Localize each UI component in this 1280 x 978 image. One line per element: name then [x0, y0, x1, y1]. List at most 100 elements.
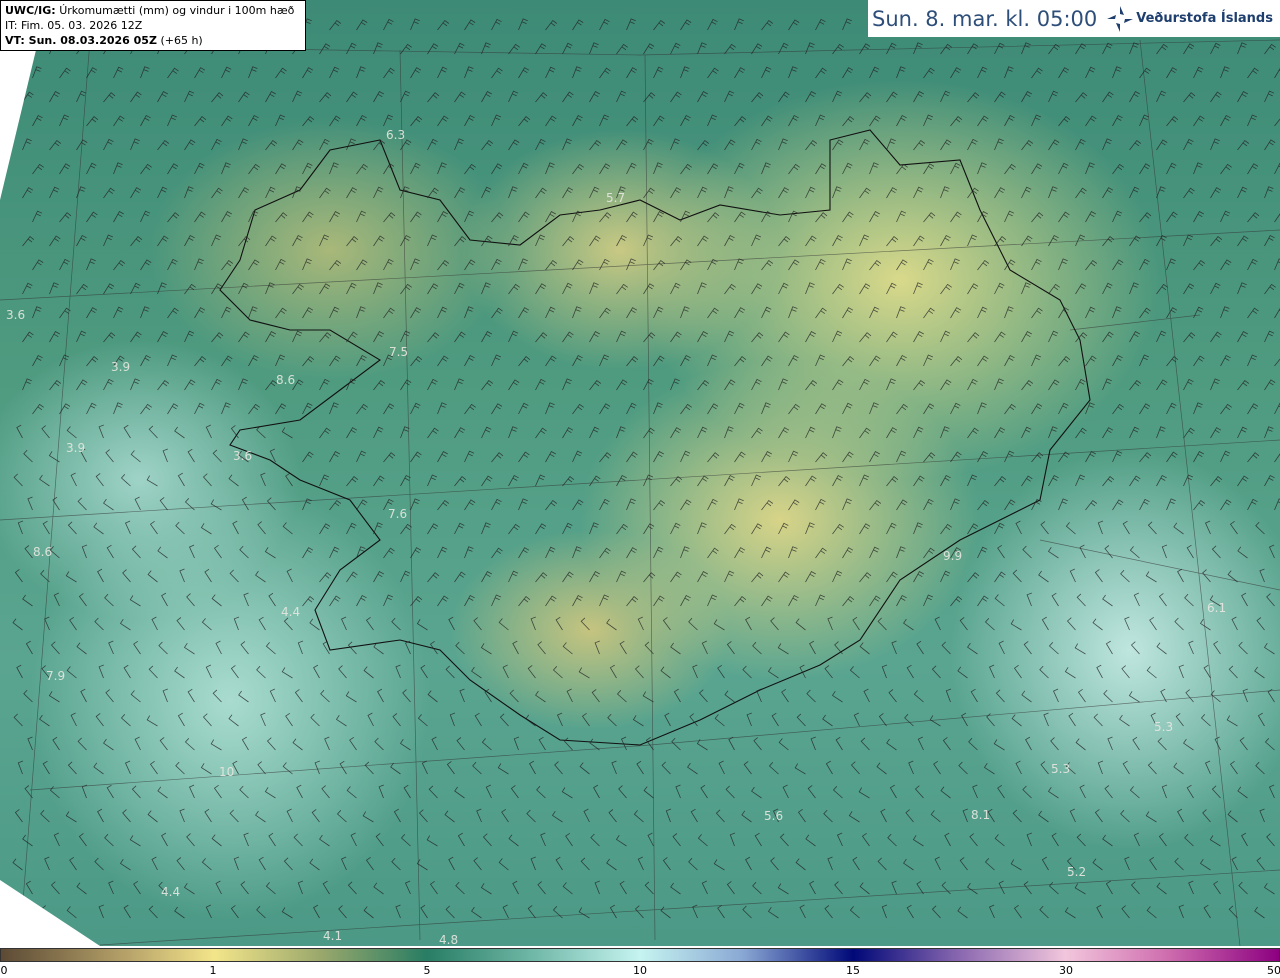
wind-barb — [967, 43, 979, 55]
precipitation-map[interactable]: 6.3 5.7 3.6 3.9 7.5 8.6 3.9 3.6 7.6 8.6 4.4 7.9 9.9 6… — [0, 0, 1280, 946]
wind-barb — [1255, 761, 1265, 775]
wind-barb — [177, 472, 185, 487]
wind-barb — [940, 186, 950, 199]
wind-barb — [437, 451, 448, 463]
wind-barb — [589, 426, 600, 439]
wind-barb — [877, 857, 887, 871]
wind-barb — [778, 738, 789, 751]
wind-barb — [269, 448, 276, 463]
wind-barb — [313, 664, 320, 679]
precip-value-label: 10 — [219, 765, 235, 779]
wind-barb — [815, 67, 827, 79]
wind-barb — [778, 522, 789, 535]
wind-barb — [427, 138, 438, 151]
wind-barb — [346, 282, 357, 295]
map-overlay — [0, 18, 1280, 946]
wind-barb — [329, 306, 340, 319]
wind-barb — [275, 114, 286, 127]
wind-barb — [923, 307, 935, 319]
wind-barb — [238, 138, 248, 151]
wind-barb — [400, 523, 412, 535]
wind-barb — [391, 617, 401, 631]
wind-barb — [437, 306, 448, 319]
wind-barb — [1048, 642, 1059, 655]
wind-barb — [886, 571, 898, 583]
wind-barb — [76, 642, 87, 655]
wind-barb — [400, 834, 411, 847]
wind-barb — [392, 713, 401, 727]
wind-barb — [697, 91, 708, 103]
wind-barb — [159, 737, 168, 751]
wind-barb — [842, 356, 855, 367]
wind-barb — [1022, 785, 1032, 799]
wind-barb — [707, 498, 718, 511]
wind-barb — [349, 736, 357, 751]
wind-barb — [228, 474, 239, 487]
wind-barb — [400, 426, 410, 439]
wind-barb — [184, 186, 194, 199]
wind-barb — [697, 282, 707, 295]
wind-barb — [896, 499, 908, 511]
wind-barb — [1157, 737, 1167, 751]
wind-barb — [1209, 835, 1221, 847]
wind-barb — [572, 594, 583, 607]
wind-barb — [832, 523, 844, 535]
wind-barb — [140, 210, 151, 223]
wind-barb — [1156, 234, 1167, 247]
wind-barb — [473, 617, 482, 631]
wind-barb — [497, 763, 509, 775]
wind-barb — [1069, 808, 1076, 823]
wind-barb — [367, 712, 374, 727]
wind-barb — [501, 808, 509, 823]
wind-barb — [778, 42, 789, 55]
wind-barb — [1237, 139, 1250, 151]
wind-barb — [767, 906, 779, 919]
wind-barb — [416, 619, 428, 631]
wind-barb — [599, 307, 611, 319]
wind-barb — [637, 856, 644, 871]
wind-barb — [751, 92, 764, 103]
wind-barb — [1183, 234, 1194, 247]
wind-barb — [188, 784, 195, 799]
wind-barb — [356, 259, 368, 271]
wind-barb — [724, 234, 735, 247]
wind-barb — [1156, 43, 1168, 55]
wind-barb — [994, 187, 1006, 199]
wind-barb — [95, 713, 104, 727]
wind-barb — [1185, 689, 1194, 703]
wind-barb — [536, 785, 546, 799]
wind-barb — [130, 187, 142, 199]
wind-barb — [113, 402, 123, 415]
wind-barb — [212, 449, 222, 463]
wind-barb — [204, 568, 212, 583]
wind-barb — [390, 762, 401, 775]
wind-barb — [1051, 592, 1059, 607]
wind-barb — [1220, 354, 1231, 367]
wind-barb — [1267, 688, 1275, 703]
wind-barb — [445, 905, 455, 919]
wind-barb — [1048, 186, 1058, 199]
wind-barb — [822, 714, 833, 727]
wind-barb — [967, 427, 979, 439]
wind-barb — [886, 476, 899, 487]
wind-barb — [724, 690, 735, 703]
wind-barb — [751, 187, 763, 199]
wind-barb — [795, 858, 806, 871]
wind-barb — [805, 522, 815, 535]
wind-barb — [643, 43, 655, 55]
wind-barb — [1129, 282, 1139, 295]
wind-barb — [653, 211, 664, 223]
wind-barb — [859, 187, 871, 199]
colorbar-tick: 1 — [209, 964, 217, 977]
wind-barb — [1107, 736, 1113, 751]
wind-barb — [728, 736, 735, 751]
wind-barb — [1274, 162, 1280, 175]
colorbar-tick: 30 — [1059, 964, 1073, 977]
wind-barb — [1156, 90, 1167, 103]
wind-barb — [555, 856, 563, 871]
wind-barb — [402, 689, 411, 703]
wind-barb — [729, 832, 736, 847]
wind-barb — [950, 67, 962, 79]
wind-barb — [1129, 139, 1142, 151]
wind-barb — [186, 833, 195, 847]
